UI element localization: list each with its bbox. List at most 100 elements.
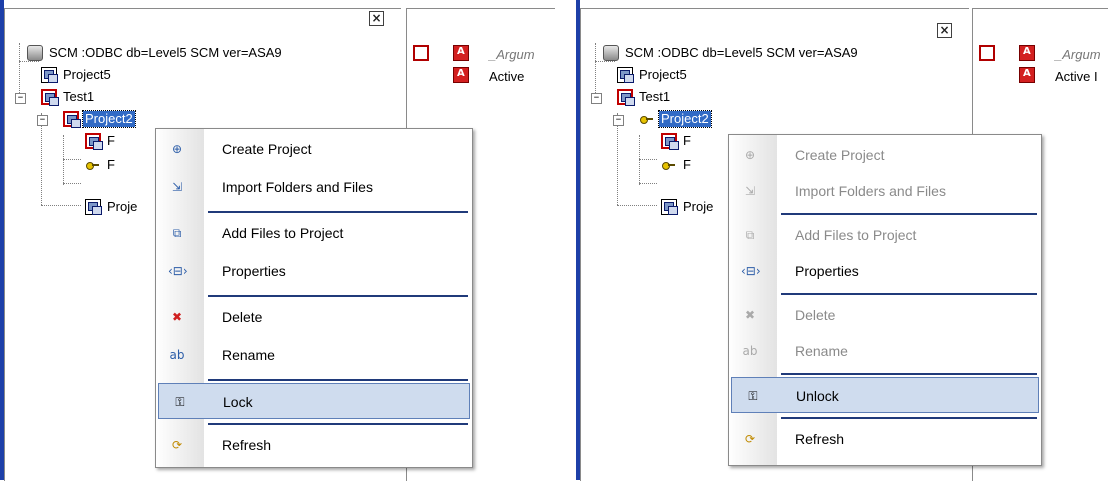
context-menu: ⊕ Create Project ⇲ Import Folders and Fi… <box>728 134 1042 466</box>
menu-separator <box>208 423 468 425</box>
tree-item-label: F <box>107 133 115 148</box>
locked-project-icon <box>617 89 635 106</box>
menu-item-rename[interactable]: ab Rename <box>156 337 472 373</box>
locked-project-icon <box>85 133 103 150</box>
menu-separator <box>781 373 1037 375</box>
tree-line <box>639 135 640 185</box>
tree-line <box>639 183 657 184</box>
rename-icon: ab <box>169 348 185 362</box>
collapse-toggle[interactable]: − <box>613 115 624 126</box>
menu-item-label: Properties <box>222 263 286 279</box>
tree-item-project5[interactable]: Project5 <box>617 67 689 83</box>
create-project-icon: ⊕ <box>171 142 183 156</box>
tree-item-label: F <box>683 133 691 148</box>
menu-item-lock[interactable]: ⚿ Lock <box>158 383 470 419</box>
menu-item-label: Import Folders and Files <box>795 183 946 199</box>
database-icon <box>27 45 43 61</box>
menu-item-label: Add Files to Project <box>795 227 917 243</box>
menu-separator <box>208 211 468 213</box>
menu-item-label: Properties <box>795 263 859 279</box>
tree-item-project5[interactable]: Project5 <box>41 67 113 83</box>
tree-line <box>63 183 81 184</box>
menu-item-label: Delete <box>222 309 263 325</box>
tree-item-label: Test1 <box>63 89 95 104</box>
menu-item-add-files[interactable]: ⧉ Add Files to Project <box>156 215 472 251</box>
document-icon <box>979 45 995 61</box>
key-icon <box>661 157 677 173</box>
tree-root[interactable]: SCM :ODBC db=Level5 SCM ver=ASA9 <box>27 45 284 61</box>
menu-item-unlock[interactable]: ⚿ Unlock <box>731 377 1039 413</box>
menu-item-create-project[interactable]: ⊕ Create Project <box>729 137 1041 173</box>
tree-line <box>41 113 42 205</box>
menu-item-rename[interactable]: ab Rename <box>729 333 1041 369</box>
collapse-toggle[interactable]: − <box>591 93 602 104</box>
right-panel: × SCM :ODBC db=Level5 SCM ver=ASA9 Proje… <box>576 0 1108 481</box>
menu-item-refresh[interactable]: ⟳ Refresh <box>729 421 1041 457</box>
file-name[interactable]: Active <box>489 69 524 84</box>
tree-item-child[interactable]: F <box>85 157 117 173</box>
file-name[interactable]: Active I <box>1055 69 1098 84</box>
menu-item-refresh[interactable]: ⟳ Refresh <box>156 427 472 463</box>
collapse-toggle[interactable]: − <box>37 115 48 126</box>
pdf-icon <box>1019 67 1035 83</box>
close-icon[interactable]: × <box>937 23 952 38</box>
refresh-icon: ⟳ <box>171 438 183 452</box>
key-icon <box>85 157 101 173</box>
menu-item-delete[interactable]: ✖ Delete <box>156 299 472 335</box>
tree-item-label: Project5 <box>63 67 111 82</box>
tree-line <box>63 135 64 185</box>
file-name[interactable]: _Argum <box>489 47 535 62</box>
close-icon[interactable]: × <box>369 11 384 26</box>
menu-item-label: Add Files to Project <box>222 225 344 241</box>
tree-line <box>19 61 39 62</box>
tree-item-child[interactable]: F <box>85 133 117 150</box>
tree-item-label: Test1 <box>639 89 671 104</box>
project-icon <box>41 67 58 83</box>
locked-project-icon <box>661 133 679 150</box>
refresh-icon: ⟳ <box>744 432 756 446</box>
tree-item-child[interactable]: F <box>661 157 693 173</box>
import-icon: ⇲ <box>744 184 756 198</box>
tree-item-proje[interactable]: Proje <box>85 199 139 215</box>
menu-item-label: Lock <box>223 394 253 410</box>
tree-item-label: Proje <box>683 199 714 214</box>
lock-key-icon: ⚿ <box>175 395 185 409</box>
tree-item-project2[interactable]: Project2 <box>63 110 136 128</box>
menu-item-delete[interactable]: ✖ Delete <box>729 297 1041 333</box>
tree-item-label: F <box>683 157 691 172</box>
file-name[interactable]: _Argum <box>1055 47 1101 62</box>
unlock-key-icon: ⚿ <box>748 389 758 403</box>
menu-item-label: Create Project <box>795 147 885 163</box>
tree-item-proje[interactable]: Proje <box>661 199 715 215</box>
tree-item-label: Proje <box>107 199 138 214</box>
tree-line <box>617 205 657 206</box>
tree-item-label-selected: Project2 <box>82 110 136 128</box>
tree-item-test1[interactable]: Test1 <box>617 89 672 106</box>
locked-project-icon <box>63 111 81 128</box>
add-files-icon: ⧉ <box>745 228 755 242</box>
menu-item-import[interactable]: ⇲ Import Folders and Files <box>156 169 472 205</box>
create-project-icon: ⊕ <box>744 148 756 162</box>
import-icon: ⇲ <box>171 180 183 194</box>
properties-icon: ‹⊟› <box>168 264 188 278</box>
menu-item-properties[interactable]: ‹⊟› Properties <box>156 253 472 289</box>
tree-item-child[interactable]: F <box>661 133 693 150</box>
tree-line <box>63 159 81 160</box>
menu-item-import[interactable]: ⇲ Import Folders and Files <box>729 173 1041 209</box>
tree-item-project2[interactable]: Project2 <box>639 110 712 128</box>
menu-item-create-project[interactable]: ⊕ Create Project <box>156 131 472 167</box>
menu-item-label: Create Project <box>222 141 312 157</box>
tree-root[interactable]: SCM :ODBC db=Level5 SCM ver=ASA9 <box>603 45 860 61</box>
tree-root-label: SCM :ODBC db=Level5 SCM ver=ASA9 <box>625 45 858 60</box>
menu-item-label: Unlock <box>796 388 839 404</box>
menu-separator <box>208 379 468 381</box>
menu-separator <box>781 293 1037 295</box>
menu-item-label: Delete <box>795 307 836 323</box>
menu-item-properties[interactable]: ‹⊟› Properties <box>729 253 1041 289</box>
tree-item-test1[interactable]: Test1 <box>41 89 96 106</box>
tree-item-label: F <box>107 157 115 172</box>
collapse-toggle[interactable]: − <box>15 93 26 104</box>
menu-item-label: Refresh <box>222 437 272 453</box>
menu-item-label: Import Folders and Files <box>222 179 373 195</box>
menu-item-add-files[interactable]: ⧉ Add Files to Project <box>729 217 1041 253</box>
